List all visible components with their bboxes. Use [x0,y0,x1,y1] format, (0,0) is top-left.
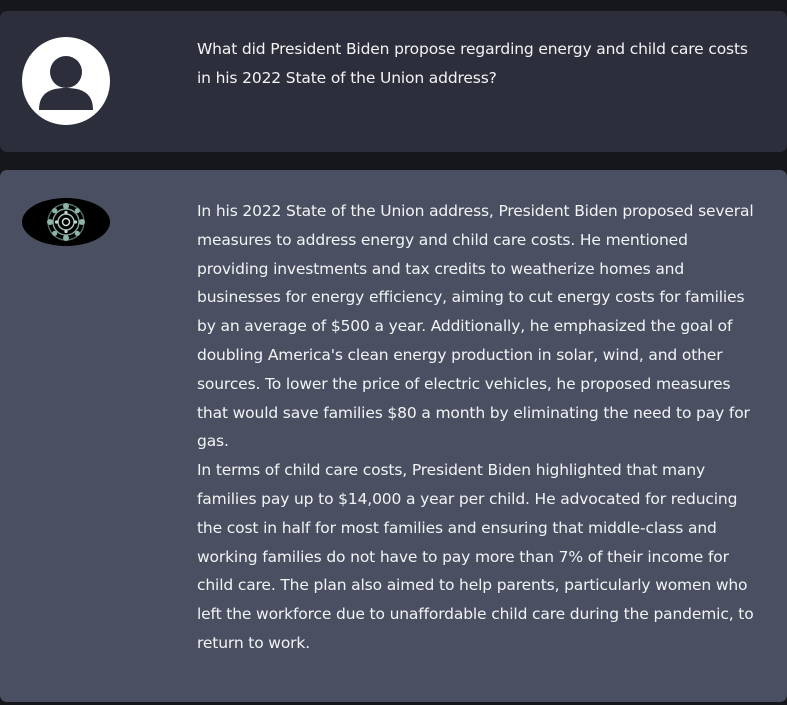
assistant-paragraph-child-care: In terms of child care costs, President … [197,461,754,652]
mandala-icon [22,198,110,246]
assistant-message: In his 2022 State of the Union address, … [0,170,787,702]
user-message-text: What did President Biden propose regardi… [197,40,748,87]
assistant-paragraph-energy: In his 2022 State of the Union address, … [197,202,754,451]
user-avatar [22,37,110,125]
assistant-avatar [22,198,110,246]
user-message: What did President Biden propose regardi… [0,11,787,152]
user-silhouette-icon [39,56,93,110]
assistant-message-text: In his 2022 State of the Union address, … [197,197,757,658]
chat-page: { "chat": { "messages": [ { "role": "use… [0,0,787,705]
